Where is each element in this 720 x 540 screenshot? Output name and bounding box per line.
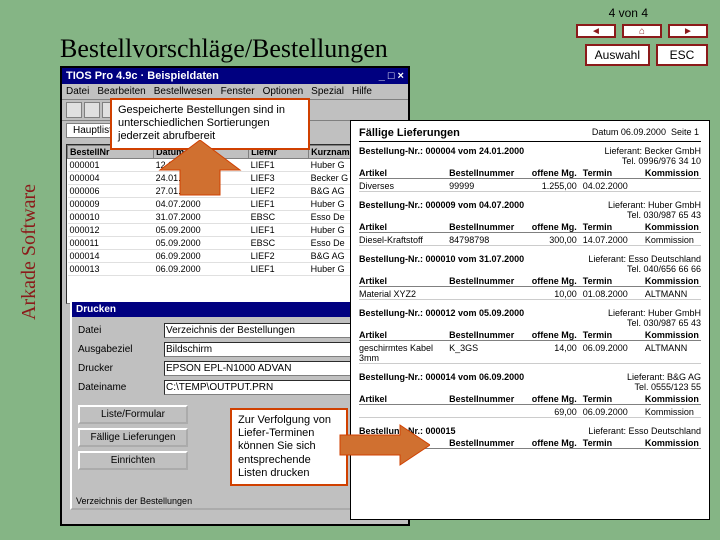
report-block: Bestellung-Nr.: 000004 vom 24.01.2000Lie…	[359, 146, 701, 192]
printer-label: Drucker	[78, 363, 158, 374]
menu-item[interactable]: Spezial	[311, 86, 344, 97]
report-date: Datum 06.09.2000	[592, 127, 666, 137]
page-title: Bestellvorschläge/Bestellungen	[60, 34, 388, 64]
callout-delivery-lists: Zur Verfolgung von Liefer-Terminen könne…	[230, 408, 348, 486]
report-block: Bestellung-Nr.: 000014 vom 06.09.2000Lie…	[359, 372, 701, 418]
window-title: TIOS Pro 4.9c · Beispieldaten	[66, 70, 219, 82]
report-page: Seite 1	[671, 127, 699, 137]
report-preview: Datum 06.09.2000 Seite 1 Fällige Lieferu…	[350, 120, 710, 520]
window-titlebar: TIOS Pro 4.9c · Beispieldaten _ □ ×	[62, 68, 408, 84]
report-block: Bestellung-Nr.: 000015Lieferant: Esso De…	[359, 426, 701, 449]
tool-icon[interactable]	[66, 102, 82, 118]
file-label: Dateiname	[78, 382, 158, 393]
menu-item[interactable]: Bestellwesen	[154, 86, 213, 97]
home-button[interactable]: ⌂	[622, 24, 662, 38]
callout-saved-orders: Gespeicherte Bestellungen sind in unters…	[110, 98, 310, 150]
page-counter: 4 von 4	[609, 6, 648, 20]
menu-item[interactable]: Datei	[66, 86, 89, 97]
btn-einrichten[interactable]: Einrichten	[78, 451, 188, 470]
brand-label: Arkade Software	[18, 184, 41, 320]
path-label: Datei	[78, 325, 158, 336]
window-controls[interactable]: _ □ ×	[379, 70, 404, 82]
out-label: Ausgabeziel	[78, 344, 158, 355]
btn-faellig[interactable]: Fällige Lieferungen	[78, 428, 188, 447]
menu-item[interactable]: Bearbeiten	[97, 86, 145, 97]
next-button[interactable]: ►	[668, 24, 708, 38]
auswahl-button[interactable]: Auswahl	[585, 44, 650, 66]
menu-item[interactable]: Hilfe	[352, 86, 372, 97]
report-block: Bestellung-Nr.: 000012 vom 05.09.2000Lie…	[359, 308, 701, 364]
prev-button[interactable]: ◄	[576, 24, 616, 38]
menu-item[interactable]: Fenster	[221, 86, 255, 97]
tool-icon[interactable]	[84, 102, 100, 118]
btn-liste[interactable]: Liste/Formular	[78, 405, 188, 424]
report-block: Bestellung-Nr.: 000010 vom 31.07.2000Lie…	[359, 254, 701, 300]
esc-button[interactable]: ESC	[656, 44, 708, 66]
menu-item[interactable]: Optionen	[263, 86, 304, 97]
print-footer: Verzeichnis der Bestellungen	[76, 496, 192, 506]
report-block: Bestellung-Nr.: 000009 vom 04.07.2000Lie…	[359, 200, 701, 246]
